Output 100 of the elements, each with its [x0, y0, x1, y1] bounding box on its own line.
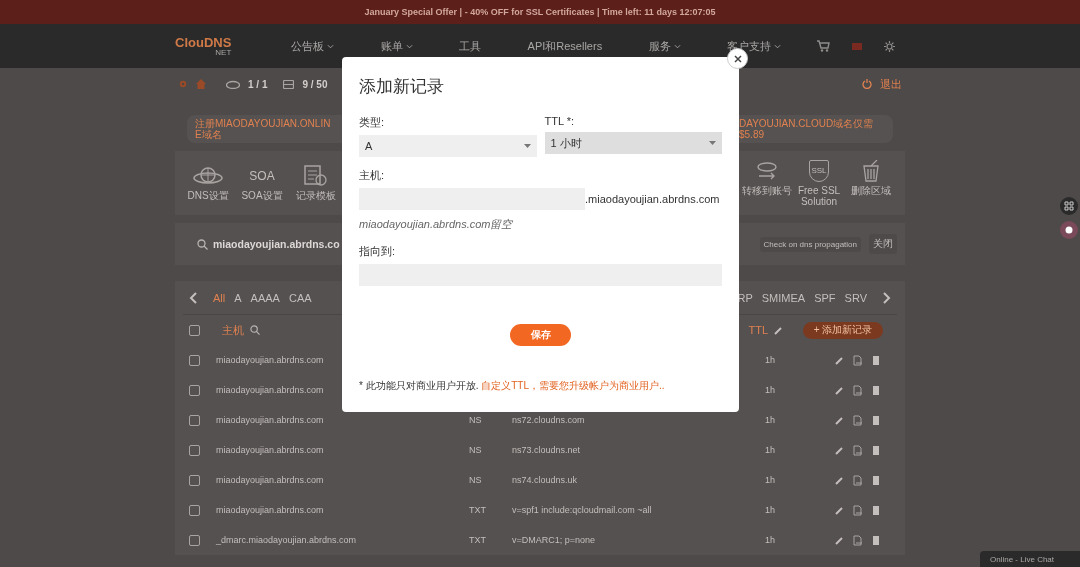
trash-icon[interactable] [872, 445, 880, 455]
checkbox[interactable] [189, 354, 200, 366]
table-cell: NS [469, 475, 482, 485]
table-cell: 1h [765, 475, 775, 485]
globe-icon[interactable] [193, 165, 223, 187]
zone-action-button[interactable]: Check on dns propagation [759, 236, 861, 252]
table-cell: miaodayoujian.abrdns.com [216, 415, 324, 425]
nav-item[interactable]: 账单 [380, 38, 413, 54]
table-cell: TXT [469, 505, 486, 515]
tool-label[interactable]: 转移到账号 [742, 184, 792, 196]
close-icon [733, 54, 742, 63]
pencil-icon[interactable] [835, 505, 844, 515]
trash-icon[interactable] [872, 535, 880, 545]
table-cell: v=spf1 include:qcloudmail.com ~all [512, 505, 652, 515]
table-cell: ns74.cloudns.uk [512, 475, 578, 485]
table-cell: 1h [765, 505, 775, 515]
record-type-tab[interactable]: AAAA [250, 291, 280, 304]
side-tool-button[interactable] [1060, 221, 1078, 239]
document-icon[interactable] [853, 354, 863, 366]
caret-icon [709, 141, 716, 145]
field-label: TTL *: [544, 115, 575, 127]
pencil-icon[interactable] [835, 385, 844, 395]
nav-item[interactable]: 服务 [648, 38, 681, 54]
table-cell: NS [469, 415, 482, 425]
dialog-title: 添加新记录 [359, 76, 445, 98]
document-icon[interactable] [853, 474, 863, 486]
tool-label[interactable]: SOA设置 [241, 190, 283, 201]
tool-glyph[interactable]: SOA [249, 165, 275, 187]
power-icon[interactable] [862, 79, 872, 89]
table-cell: 1h [765, 355, 775, 365]
field-hint: miaodayoujian.abrdns.com留空 [359, 217, 513, 232]
checkbox[interactable] [189, 534, 200, 546]
type-select[interactable]: A [359, 135, 537, 157]
record-type-tab[interactable]: SRV [844, 291, 867, 304]
tool-label[interactable]: DNS设置 [187, 190, 229, 201]
document-icon[interactable] [853, 534, 863, 546]
chevron-right-icon[interactable] [883, 291, 891, 304]
column-header[interactable]: 主机 [222, 322, 244, 338]
tool-label[interactable]: 记录模板 [296, 190, 336, 201]
column-header[interactable]: TTL [748, 324, 768, 336]
cloud-arrow-icon[interactable] [755, 159, 779, 182]
pencil-icon[interactable] [835, 415, 844, 425]
logo[interactable]: ClouDNS [175, 35, 232, 49]
trash-icon[interactable] [872, 385, 880, 395]
document-icon[interactable] [853, 414, 863, 426]
zone-action-button[interactable]: 关闭 [869, 234, 897, 254]
banner-text[interactable]: 注册MIAODAYOUJIAN.ONLINE域名 [195, 118, 331, 140]
checkbox[interactable] [189, 324, 200, 336]
record-type-tab[interactable]: A [234, 291, 242, 304]
table-cell: 1h [765, 385, 775, 395]
document-icon[interactable] [853, 504, 863, 516]
pencil-icon[interactable] [835, 475, 844, 485]
table-cell: TXT [469, 535, 486, 545]
checkbox[interactable] [189, 414, 200, 426]
pencil-icon[interactable] [835, 445, 844, 455]
checkbox[interactable] [189, 504, 200, 516]
checkbox[interactable] [189, 384, 200, 396]
domain-suffix: .miaodayoujian.abrdns.com [585, 193, 720, 205]
table-cell: v=DMARC1; p=none [512, 535, 596, 545]
promo-text: January Special Offer | - 40% OFF for SSL Certificates | Time left: 11 days 12:07:05 [364, 7, 716, 17]
checkbox[interactable] [189, 444, 200, 456]
save-button[interactable]: 保存 [510, 324, 571, 346]
search-icon[interactable] [250, 325, 260, 335]
trash-icon[interactable] [872, 415, 880, 425]
banner-text[interactable]: DAYOUJIAN.CLOUD域名仅需$5.89 [739, 118, 885, 140]
pencil-icon[interactable] [835, 535, 844, 545]
table-cell: miaodayoujian.abrdns.com [216, 355, 324, 365]
live-chat-button[interactable]: Online - Live Chat [980, 551, 1080, 567]
trash-icon[interactable] [872, 505, 880, 515]
tool-label[interactable]: 删除区域 [851, 184, 891, 196]
document-icon[interactable] [304, 165, 328, 187]
search-icon [197, 238, 208, 250]
tool-label[interactable]: Free SSL Solution [793, 184, 845, 207]
nav-item[interactable]: 工具 [459, 38, 482, 54]
document-icon[interactable] [853, 444, 863, 456]
table-cell: miaodayoujian.abrdns.com [216, 505, 324, 515]
caret-icon [773, 43, 781, 49]
caret-icon [673, 43, 681, 49]
pencil-icon[interactable] [774, 325, 783, 335]
side-tool-button[interactable] [1060, 197, 1078, 215]
trash-icon[interactable] [872, 475, 880, 485]
checkbox[interactable] [189, 474, 200, 486]
trash-icon[interactable] [872, 355, 880, 365]
record-type-tab[interactable]: SMIMEA [761, 291, 806, 304]
document-icon[interactable] [853, 384, 863, 396]
ttl-select: 1 小时 [544, 132, 722, 154]
logout-link[interactable]: 退出 [880, 76, 902, 92]
table-cell: miaodayoujian.abrdns.com [216, 385, 324, 395]
nav-item[interactable]: API和Resellers [527, 38, 603, 54]
trash-icon[interactable] [861, 159, 881, 182]
add-record-button[interactable]: + 添加新记录 [803, 321, 883, 339]
cart-icon[interactable] [817, 40, 830, 52]
circle-icon [1064, 225, 1074, 235]
record-type-tab[interactable]: CAA [288, 291, 312, 304]
upgrade-link[interactable]: 自定义TTL，需要您升级帐户为商业用户.. [481, 380, 665, 391]
nav-item[interactable]: 公告板 [291, 38, 335, 54]
chevron-left-icon[interactable] [189, 291, 197, 304]
record-type-tab[interactable]: All [213, 291, 226, 304]
pencil-icon[interactable] [835, 355, 844, 365]
record-type-tab[interactable]: SPF [814, 291, 836, 304]
